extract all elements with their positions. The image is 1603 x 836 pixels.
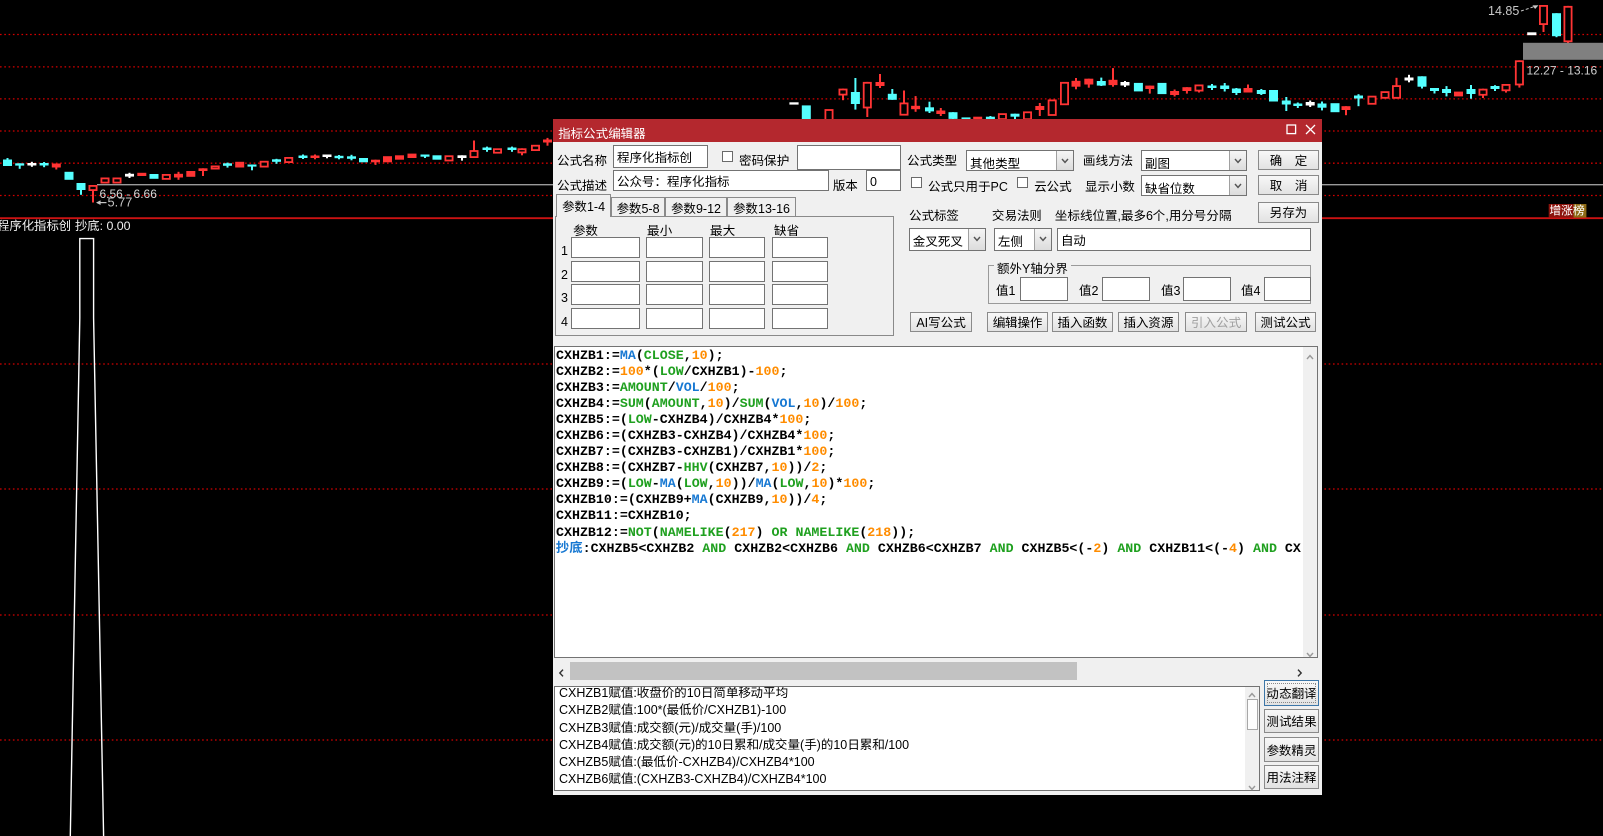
svg-text:增涨榜: 增涨榜: [1549, 202, 1585, 219]
svg-text:程序化指标创 抄底: 0.00: 程序化指标创 抄底: 0.00: [0, 216, 131, 234]
svg-text:14.85: 14.85: [1488, 4, 1519, 18]
svg-text:5.77: 5.77: [108, 194, 133, 209]
svg-text:12.27 - 13.16: 12.27 - 13.16: [1527, 63, 1598, 77]
